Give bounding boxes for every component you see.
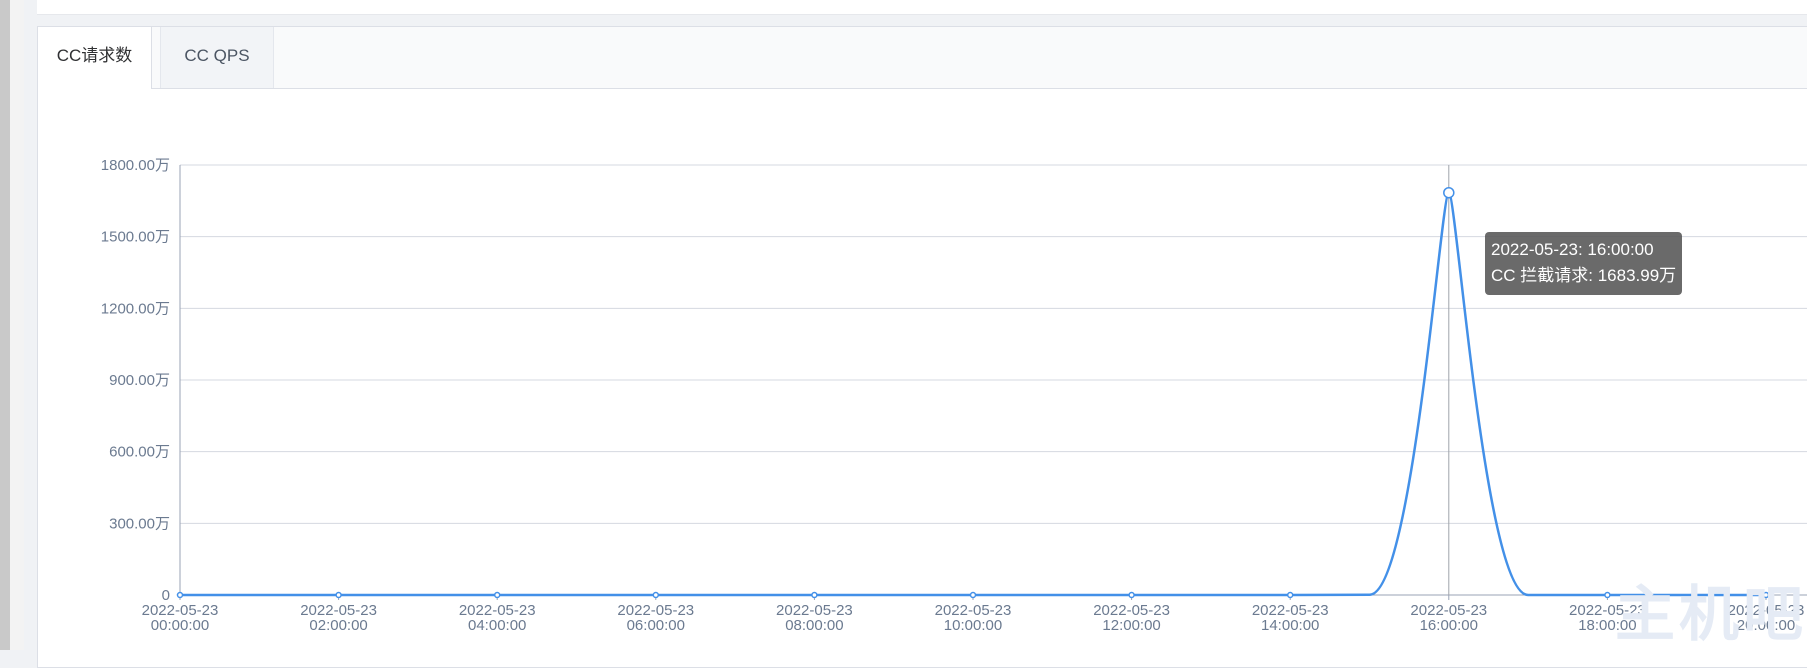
y-tick-label: 300.00万 [109,515,170,532]
data-point [335,591,342,599]
y-tick-label: 600.00万 [109,444,170,461]
x-tick-label-time: 04:00:00 [468,617,526,634]
data-point [1604,591,1611,599]
watermark-text: 主机吧 [1615,580,1807,650]
x-tick-label-time: 00:00:00 [151,617,209,634]
data-point-highlighted [1443,186,1455,199]
data-point [1286,591,1294,599]
y-tick-label: 1800.00万 [101,157,170,174]
tooltip-time: 2022-05-23: 16:00:00 [1491,240,1654,259]
tooltip-value: CC 拦截请求: 1683.99万 [1491,266,1677,285]
data-point [652,591,660,599]
x-tick-label-time: 10:00:00 [944,617,1002,634]
x-tick-label-time: 14:00:00 [1261,617,1319,634]
y-tick-label: 1500.00万 [101,229,170,246]
x-tick-label-time: 12:00:00 [1102,617,1160,634]
x-tick-label-time: 06:00:00 [627,617,685,634]
x-tick-label-time: 08:00:00 [785,617,843,634]
x-tick-label-time: 16:00:00 [1420,617,1478,634]
line-chart: 0300.00万600.00万900.00万1200.00万1500.00万18… [101,157,1807,634]
data-point [176,591,184,599]
y-tick-label: 1200.00万 [101,300,170,317]
data-point [493,591,501,599]
y-tick-label: 900.00万 [109,372,170,389]
data-point [969,591,977,599]
x-tick-label-time: 02:00:00 [309,617,367,634]
data-point [1128,591,1135,599]
data-point [811,591,818,599]
chart-tooltip: 2022-05-23: 16:00:00 CC 拦截请求: 1683.99万 [1485,232,1683,295]
